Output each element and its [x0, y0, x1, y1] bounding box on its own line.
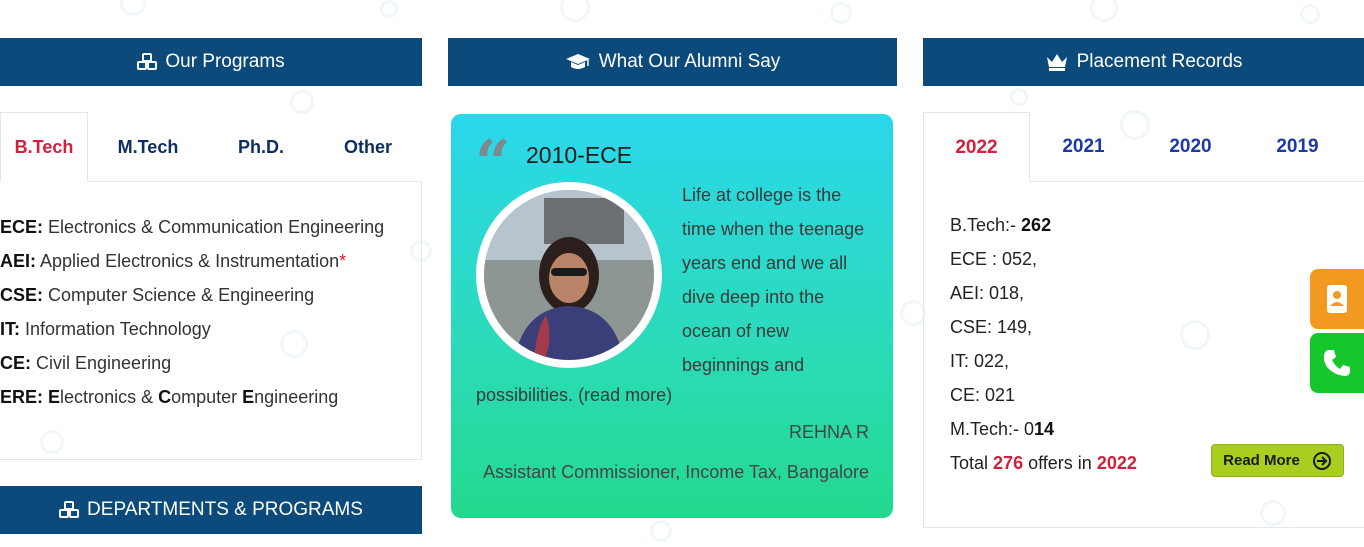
stat-line: AEI: 018,	[950, 283, 1025, 303]
address-book-icon	[1327, 285, 1347, 313]
tab-phd[interactable]: Ph.D.	[208, 112, 314, 182]
program-list: ECE: Electronics & Communication Enginee…	[0, 182, 422, 460]
alumni-name: REHNA R	[788, 422, 869, 442]
stat-line: CSE: 149,	[950, 317, 1033, 337]
departments-header[interactable]: DEPARTMENTS & PROGRAMS	[0, 486, 422, 534]
stat-line: ECE : 052,	[950, 249, 1038, 269]
program-tabs: B.Tech M.Tech Ph.D. Other	[0, 112, 422, 182]
programs-header: Our Programs	[0, 38, 422, 86]
list-item: AEI: Applied Electronics & Instrumentati…	[0, 251, 347, 271]
arrow-circle-right-icon	[1312, 451, 1331, 470]
quote-left-icon: “	[475, 126, 511, 199]
crown-icon	[1046, 54, 1067, 71]
tab-2019[interactable]: 2019	[1244, 112, 1351, 182]
tab-mtech[interactable]: M.Tech	[88, 112, 208, 182]
tab-2020[interactable]: 2020	[1137, 112, 1244, 182]
list-item: CE: Civil Engineering	[0, 353, 172, 373]
stat-line: IT: 022,	[950, 351, 1010, 371]
avatar	[476, 182, 662, 368]
alumni-photo	[484, 190, 654, 360]
alumni-header: What Our Alumni Say	[448, 38, 897, 86]
read-more-button[interactable]: Read More	[1211, 444, 1344, 477]
call-button[interactable]	[1310, 333, 1364, 393]
alumni-title: What Our Alumni Say	[598, 51, 781, 72]
list-item: ERE: Electronics & Computer Engineering	[0, 387, 339, 407]
read-more-link[interactable]: (read more)	[578, 385, 672, 405]
tab-btech[interactable]: B.Tech	[0, 112, 88, 182]
testimonial-card: “ 2010-ECE Life at college is the time w…	[451, 114, 893, 518]
btech-stat: B.Tech:- 262	[950, 215, 1052, 235]
list-item: ECE: Electronics & Communication Enginee…	[0, 217, 385, 237]
stat-line: CE: 021	[950, 385, 1016, 405]
tab-other[interactable]: Other	[314, 112, 422, 182]
list-item: IT: Information Technology	[0, 319, 211, 339]
cubes-icon	[59, 501, 80, 518]
testimonial-quote-tail: possibilities. (read more)	[476, 385, 673, 405]
list-item: CSE: Computer Science & Engineering	[0, 285, 315, 305]
tab-2021[interactable]: 2021	[1030, 112, 1137, 182]
phone-icon	[1323, 350, 1350, 376]
alumni-role: Assistant Commissioner, Income Tax, Bang…	[483, 462, 869, 482]
year-tabs: 2022 2021 2020 2019	[923, 112, 1364, 182]
contact-button[interactable]	[1310, 269, 1364, 329]
alumni-batch: 2010-ECE	[526, 142, 633, 168]
graduation-cap-icon	[565, 54, 590, 69]
cubes-icon	[137, 53, 158, 70]
placement-title: Placement Records	[1076, 51, 1243, 72]
programs-title: Our Programs	[165, 51, 285, 72]
testimonial-quote: Life at college is the time when the tee…	[682, 185, 865, 375]
placement-header: Placement Records	[923, 38, 1364, 86]
departments-title: DEPARTMENTS & PROGRAMS	[87, 499, 363, 520]
tab-2022[interactable]: 2022	[923, 112, 1030, 182]
mtech-stat: M.Tech:- 014	[950, 419, 1055, 439]
alumni-photo-illustration	[484, 190, 654, 360]
